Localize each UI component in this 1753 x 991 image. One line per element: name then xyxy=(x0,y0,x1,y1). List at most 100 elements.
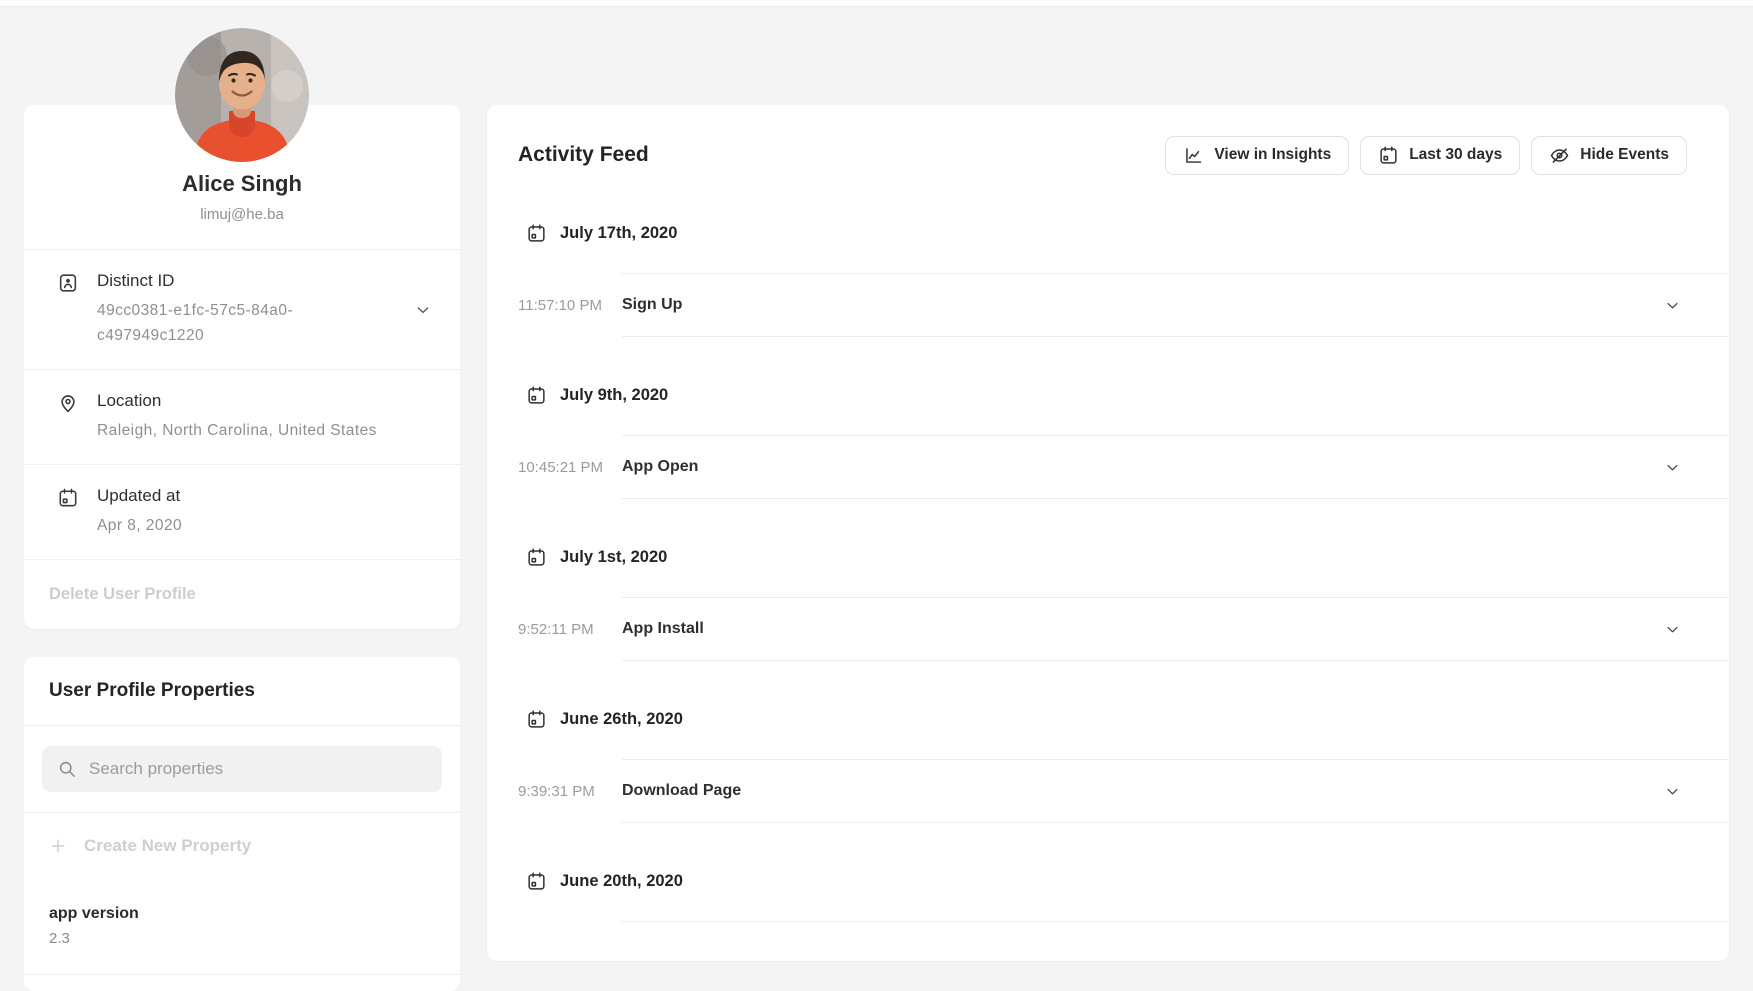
event-name: App Install xyxy=(622,620,704,638)
id-badge-icon xyxy=(57,272,79,294)
search-row xyxy=(24,725,460,812)
profile-sidebar: Alice Singh limuj@he.ba Distinct ID 49cc… xyxy=(24,7,460,991)
delete-user-profile-row: Delete User Profile xyxy=(24,559,460,629)
event-date-header: July 1st, 2020 xyxy=(518,545,1729,569)
search-box xyxy=(42,746,442,792)
event-row: 11:57:10 PM Sign Up xyxy=(518,273,1729,337)
event-row: 9:52:11 PM App Install xyxy=(518,597,1729,661)
calendar-icon xyxy=(526,709,547,730)
event-group: July 1st, 2020 9:52:11 PM App Install xyxy=(518,545,1729,661)
search-input[interactable] xyxy=(42,746,442,792)
calendar-icon xyxy=(526,385,547,406)
chevron-down-icon[interactable] xyxy=(1664,621,1681,638)
event-rows: 9:39:31 PM Download Page xyxy=(518,759,1729,823)
property-value: 2.3 xyxy=(49,930,435,947)
event-rows xyxy=(518,921,1729,961)
user-profile-properties-card: User Profile Properties Create New Prope… xyxy=(24,657,460,991)
property-name: app version xyxy=(49,905,435,923)
event-time: 9:39:31 PM xyxy=(518,759,622,823)
calendar-icon xyxy=(526,547,547,568)
calendar-icon xyxy=(1378,145,1399,166)
line-chart-icon xyxy=(1183,145,1204,166)
chevron-down-icon xyxy=(1664,783,1681,800)
calendar-icon xyxy=(57,487,79,509)
event-date-header: June 26th, 2020 xyxy=(518,707,1729,731)
calendar-icon xyxy=(526,709,547,730)
event-rows: 10:45:21 PM App Open xyxy=(518,435,1729,499)
event-time: 9:52:11 PM xyxy=(518,597,622,661)
event-rows: 9:52:11 PM App Install xyxy=(518,597,1729,661)
delete-user-profile-button[interactable]: Delete User Profile xyxy=(49,585,196,604)
calendar-icon xyxy=(526,547,547,568)
field-value: Apr 8, 2020 xyxy=(97,513,397,538)
chevron-down-icon xyxy=(1664,297,1681,314)
feed-header: Activity Feed View in Insights Last 30 d… xyxy=(518,135,1729,175)
hide-events-button[interactable]: Hide Events xyxy=(1531,136,1687,175)
toolbar-button-label: Hide Events xyxy=(1580,146,1669,164)
toolbar-button-label: Last 30 days xyxy=(1409,146,1502,164)
event-date-label: July 1st, 2020 xyxy=(560,548,667,567)
event-groups: July 17th, 2020 11:57:10 PM Sign Up July… xyxy=(518,221,1729,961)
event-date-header: July 17th, 2020 xyxy=(518,221,1729,245)
event-row-partial xyxy=(622,921,1729,961)
chevron-down-icon[interactable] xyxy=(1664,783,1681,800)
profile-summary-card: Alice Singh limuj@he.ba Distinct ID 49cc… xyxy=(24,105,460,629)
last-30-days-button[interactable]: Last 30 days xyxy=(1360,136,1520,175)
page-layout: Alice Singh limuj@he.ba Distinct ID 49cc… xyxy=(0,7,1753,991)
event-date-header: June 20th, 2020 xyxy=(518,869,1729,893)
activity-feed-card: Activity Feed View in Insights Last 30 d… xyxy=(487,105,1729,961)
calendar-icon xyxy=(526,871,547,892)
event-expand-target[interactable]: Sign Up xyxy=(622,273,1729,337)
event-name: App Open xyxy=(622,458,698,476)
plus-icon xyxy=(49,837,67,855)
create-new-property-button[interactable]: Create New Property xyxy=(24,812,460,879)
event-date-header: July 9th, 2020 xyxy=(518,383,1729,407)
profile-field-distinct-id: Distinct ID 49cc0381-e1fc-57c5-84a0-c497… xyxy=(24,249,460,369)
toolbar-button-label: View in Insights xyxy=(1214,146,1331,164)
profile-field-location: Location Raleigh, North Carolina, United… xyxy=(24,369,460,464)
profile-fields: Distinct ID 49cc0381-e1fc-57c5-84a0-c497… xyxy=(24,249,460,559)
activity-feed-title: Activity Feed xyxy=(518,143,649,167)
profile-email: limuj@he.ba xyxy=(48,206,436,223)
event-date-label: June 20th, 2020 xyxy=(560,872,683,891)
location-pin-icon xyxy=(57,392,79,414)
event-date-label: June 26th, 2020 xyxy=(560,710,683,729)
field-value: 49cc0381-e1fc-57c5-84a0-c497949c1220 xyxy=(97,298,397,348)
chevron-down-icon[interactable] xyxy=(1664,297,1681,314)
property-list: app version 2.3 xyxy=(24,879,460,975)
field-label: Updated at xyxy=(97,486,402,506)
properties-title: User Profile Properties xyxy=(24,657,460,725)
search-icon xyxy=(57,759,77,779)
event-expand-target[interactable]: App Install xyxy=(622,597,1729,661)
event-date-label: July 9th, 2020 xyxy=(560,386,668,405)
chevron-down-icon xyxy=(1664,621,1681,638)
calendar-icon xyxy=(526,871,547,892)
event-group: June 20th, 2020 xyxy=(518,869,1729,961)
chevron-down-icon xyxy=(1664,459,1681,476)
create-new-property-label: Create New Property xyxy=(84,836,251,856)
property-item: app version 2.3 xyxy=(24,879,460,975)
chevron-down-icon[interactable] xyxy=(414,301,436,319)
field-value: Raleigh, North Carolina, United States xyxy=(97,418,397,443)
event-row: 9:39:31 PM Download Page xyxy=(518,759,1729,823)
calendar-icon xyxy=(526,223,547,244)
event-row: 10:45:21 PM App Open xyxy=(518,435,1729,499)
plus-icon xyxy=(49,837,67,855)
chevron-down-icon[interactable] xyxy=(1664,459,1681,476)
event-expand-target[interactable]: App Open xyxy=(622,435,1729,499)
event-name: Sign Up xyxy=(622,296,682,314)
view-in-insights-button[interactable]: View in Insights xyxy=(1165,136,1349,175)
event-group: July 9th, 2020 10:45:21 PM App Open xyxy=(518,383,1729,499)
chevron-down-icon xyxy=(414,301,432,319)
profile-field-updated-at: Updated at Apr 8, 2020 xyxy=(24,464,460,559)
event-expand-target[interactable]: Download Page xyxy=(622,759,1729,823)
top-navbar-edge xyxy=(0,0,1753,7)
profile-name: Alice Singh xyxy=(48,171,436,197)
event-rows: 11:57:10 PM Sign Up xyxy=(518,273,1729,337)
feed-toolbar: View in Insights Last 30 days Hide Event… xyxy=(1165,136,1687,175)
event-group: June 26th, 2020 9:39:31 PM Download Page xyxy=(518,707,1729,823)
calendar-icon xyxy=(526,223,547,244)
search-icon xyxy=(57,759,77,779)
calendar-icon xyxy=(526,385,547,406)
event-name: Download Page xyxy=(622,782,741,800)
